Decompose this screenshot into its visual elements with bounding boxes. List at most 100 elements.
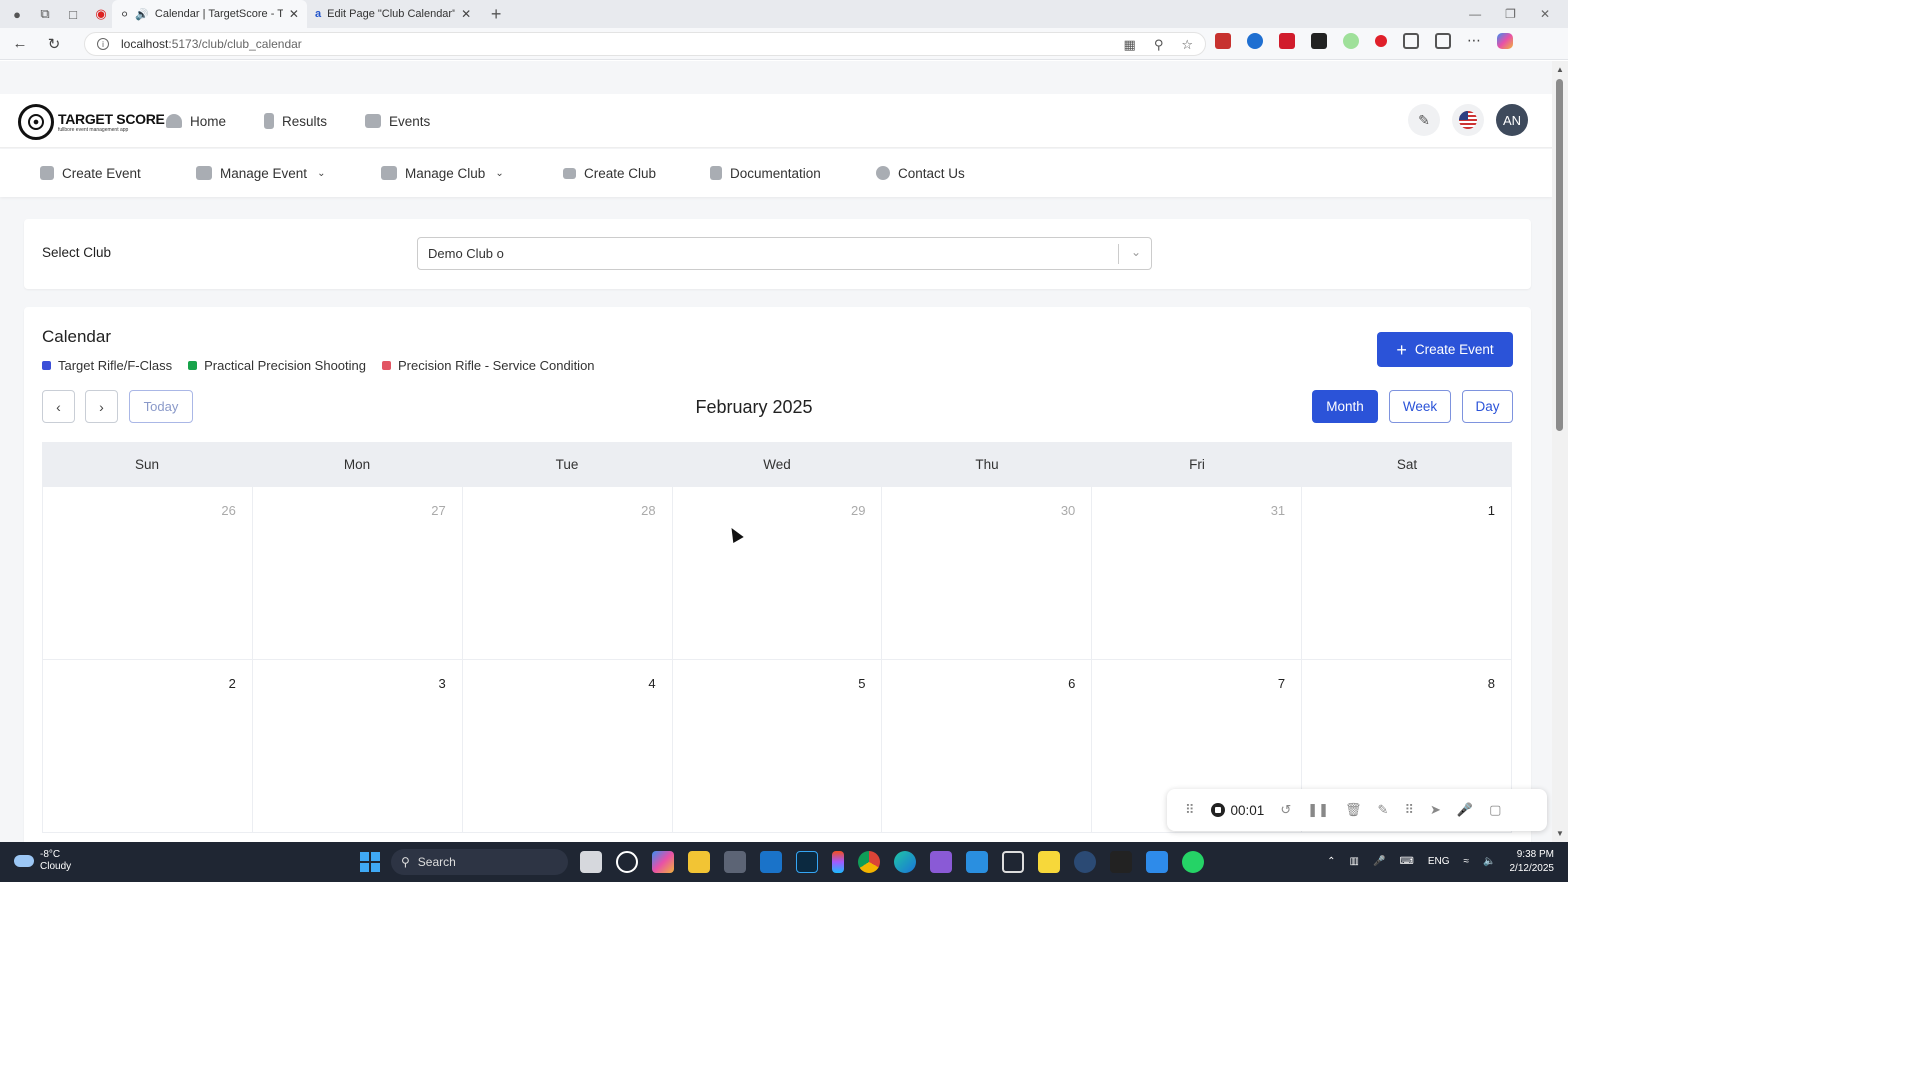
subnav-contact-us[interactable]: Contact Us xyxy=(876,149,965,197)
close-window-icon[interactable]: ✕ xyxy=(1540,7,1550,21)
terminal-icon[interactable] xyxy=(1002,851,1024,873)
vscode-icon[interactable] xyxy=(966,851,988,873)
grid-icon[interactable]: ⠿ xyxy=(1404,802,1414,818)
back-icon[interactable]: ← xyxy=(6,30,34,58)
camera-icon[interactable]: ▢ xyxy=(1489,802,1501,818)
outlook-icon[interactable] xyxy=(760,851,782,873)
visual-studio-icon[interactable] xyxy=(930,851,952,873)
day-cell[interactable]: 29 xyxy=(673,487,883,659)
extension-icon[interactable] xyxy=(1311,32,1327,49)
view-day-button[interactable]: Day xyxy=(1462,390,1513,423)
tab-calendar[interactable]: ⚪ 🔊 Calendar | TargetScore - Targ ✕ xyxy=(112,0,307,28)
chatgpt-icon[interactable] xyxy=(616,851,638,873)
audio-icon[interactable]: 🔊 xyxy=(135,8,149,21)
extension-icon[interactable] xyxy=(1279,32,1295,49)
day-cell[interactable]: 6 xyxy=(882,660,1093,832)
avatar[interactable]: AN xyxy=(1496,104,1528,136)
day-cell[interactable]: 3 xyxy=(253,660,463,832)
zoom-icon[interactable]: ⚲ xyxy=(1154,37,1164,53)
figma-icon[interactable] xyxy=(832,851,844,873)
day-cell[interactable]: 28 xyxy=(463,487,673,659)
taskbar-search[interactable]: ⚲ Search xyxy=(391,849,568,875)
extension-icon[interactable] xyxy=(1375,34,1387,47)
restart-icon[interactable]: ↺ xyxy=(1280,802,1291,818)
copilot-icon[interactable] xyxy=(652,851,674,873)
more-menu-icon[interactable]: ⋯ xyxy=(1467,32,1481,49)
language-indicator[interactable]: ENG xyxy=(1428,856,1450,867)
keyboard-icon[interactable]: ⌨ xyxy=(1399,856,1413,867)
nav-home[interactable]: Home xyxy=(166,114,226,129)
day-cell[interactable]: 31 xyxy=(1092,487,1303,659)
day-cell[interactable]: 30 xyxy=(882,487,1093,659)
file-explorer-icon[interactable] xyxy=(688,851,710,873)
extension-icon[interactable] xyxy=(1343,32,1359,49)
subnav-create-club[interactable]: Create Club xyxy=(563,149,656,197)
calculator-icon[interactable] xyxy=(724,851,746,873)
day-cell[interactable]: 26 xyxy=(42,487,253,659)
subnav-documentation[interactable]: Documentation xyxy=(710,149,821,197)
view-week-button[interactable]: Week xyxy=(1389,390,1451,423)
extensions-puzzle-icon[interactable] xyxy=(1403,32,1419,49)
pointer-icon[interactable]: ➤ xyxy=(1430,802,1441,818)
delete-icon[interactable]: 🗑 xyxy=(1345,802,1362,818)
photoshop-icon[interactable] xyxy=(796,851,818,873)
day-cell[interactable]: 27 xyxy=(253,487,463,659)
clock[interactable]: 9:38 PM 2/12/2025 xyxy=(1510,848,1555,875)
volume-icon[interactable]: 🔈 xyxy=(1483,856,1495,867)
subnav-manage-club[interactable]: Manage Club ⌄ xyxy=(381,149,504,197)
profile-icon[interactable]: ● xyxy=(6,3,28,25)
close-tab-icon[interactable]: ✕ xyxy=(289,7,299,21)
tray-overflow-icon[interactable]: ⌃ xyxy=(1327,856,1335,867)
day-cell[interactable]: 5 xyxy=(673,660,883,832)
pause-icon[interactable]: ❚❚ xyxy=(1307,802,1329,818)
club-select[interactable]: Demo Club o ⌄ xyxy=(417,237,1152,270)
day-cell[interactable]: 4 xyxy=(463,660,673,832)
tools-icon[interactable] xyxy=(1146,851,1168,873)
site-info-icon[interactable]: i xyxy=(97,38,109,50)
day-cell[interactable]: 2 xyxy=(42,660,253,832)
close-tab-icon[interactable]: ✕ xyxy=(461,7,471,21)
app-icon[interactable] xyxy=(1110,851,1132,873)
edit-icon[interactable]: ✎ xyxy=(1408,104,1440,136)
copilot-icon[interactable] xyxy=(1497,32,1513,49)
scrollbar-thumb[interactable] xyxy=(1556,79,1563,431)
extension-icon[interactable] xyxy=(1215,32,1231,49)
drag-handle-icon[interactable]: ⠿ xyxy=(1185,802,1195,818)
chevron-down-icon[interactable]: ⌄ xyxy=(1131,245,1141,259)
target-score-logo[interactable]: TARGET SCORE fullbore event management a… xyxy=(18,104,165,140)
recording-status[interactable]: 00:01 xyxy=(1210,803,1264,818)
tab-actions-icon[interactable]: □ xyxy=(62,3,84,25)
tab-edit-page[interactable]: a Edit Page "Club Calendar" ‹ Avtar ✕ xyxy=(307,0,479,28)
reload-icon[interactable]: ↻ xyxy=(40,30,68,58)
create-event-button[interactable]: + Create Event xyxy=(1377,332,1513,367)
extension-icon[interactable] xyxy=(1247,32,1263,49)
edge-icon[interactable] xyxy=(894,851,916,873)
favorite-star-icon[interactable]: ☆ xyxy=(1181,37,1193,53)
scroll-down-icon[interactable]: ▼ xyxy=(1556,829,1564,838)
pen-icon[interactable]: ✎ xyxy=(1378,802,1389,818)
subnav-create-event[interactable]: Create Event xyxy=(40,149,141,197)
start-button[interactable] xyxy=(360,852,380,872)
sticky-notes-icon[interactable] xyxy=(1038,851,1060,873)
app-available-icon[interactable]: ▦ xyxy=(1124,37,1136,53)
chrome-icon[interactable] xyxy=(858,851,880,873)
network-status-icon[interactable]: ▥ xyxy=(1350,856,1359,867)
page-scrollbar[interactable]: ▲ ▼ xyxy=(1552,61,1568,842)
subnav-manage-event[interactable]: Manage Event ⌄ xyxy=(196,149,325,197)
microphone-icon[interactable]: 🎤 xyxy=(1457,802,1473,818)
microphone-icon[interactable]: 🎤 xyxy=(1373,856,1385,867)
workspaces-icon[interactable]: ⧉ xyxy=(34,3,56,25)
wifi-icon[interactable]: ≈ xyxy=(1464,856,1470,867)
whatsapp-icon[interactable] xyxy=(1182,851,1204,873)
new-tab-icon[interactable]: + xyxy=(485,3,507,25)
favorites-icon[interactable] xyxy=(1435,32,1451,49)
task-view-icon[interactable] xyxy=(580,851,602,873)
view-month-button[interactable]: Month xyxy=(1312,390,1378,423)
url-field[interactable]: i localhost:5173/club/club_calendar ▦ ⚲ … xyxy=(84,32,1206,56)
restore-icon[interactable]: ❐ xyxy=(1505,7,1516,21)
nav-results[interactable]: Results xyxy=(264,113,327,129)
language-selector[interactable] xyxy=(1452,104,1484,136)
minimize-icon[interactable]: — xyxy=(1469,7,1481,21)
nav-events[interactable]: Events xyxy=(365,114,430,129)
scroll-up-icon[interactable]: ▲ xyxy=(1556,65,1564,74)
